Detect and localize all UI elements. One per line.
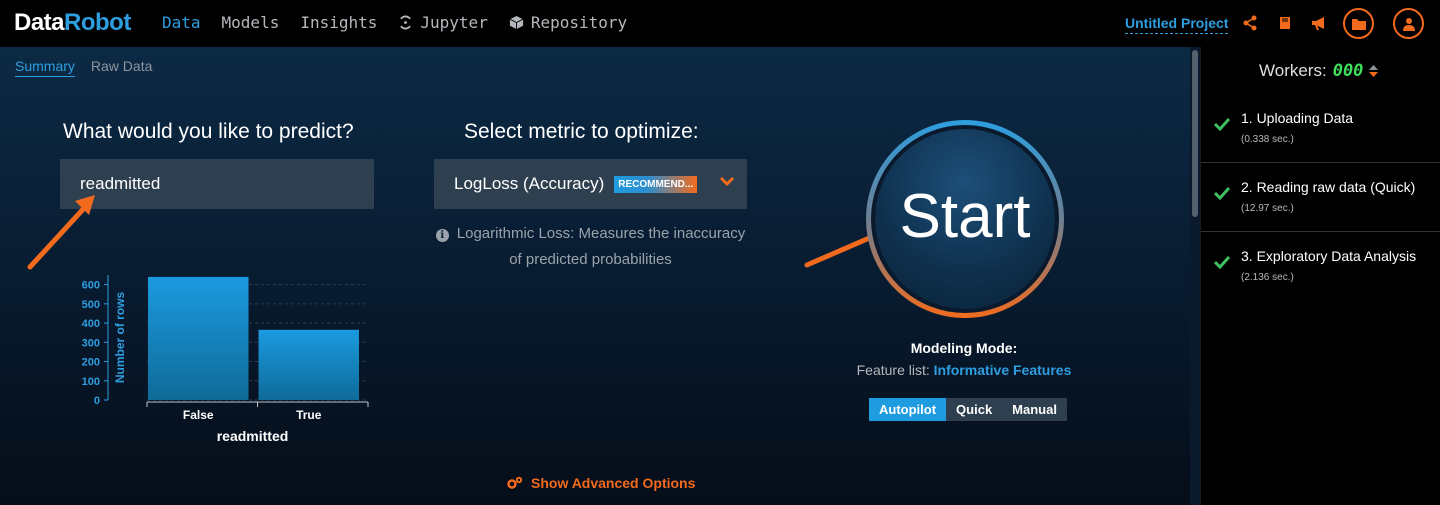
stage-item: 2. Reading raw data (Quick) (12.97 sec.) bbox=[1201, 163, 1440, 232]
tab-raw-data[interactable]: Raw Data bbox=[91, 58, 152, 77]
metric-description: i Logarithmic Loss: Measures the inaccura… bbox=[434, 221, 747, 273]
y-tick-label: 500 bbox=[82, 299, 100, 311]
nav-jupyter[interactable]: Jupyter bbox=[398, 13, 488, 32]
mode-quick[interactable]: Quick bbox=[946, 398, 1002, 421]
folder-button[interactable] bbox=[1343, 8, 1374, 39]
nav-insights[interactable]: Insights bbox=[300, 13, 377, 32]
book-icon[interactable] bbox=[1275, 13, 1295, 33]
x-tick-label: True bbox=[296, 408, 322, 422]
gears-icon bbox=[507, 476, 523, 489]
modeling-mode-toggle: Autopilot Quick Manual bbox=[869, 398, 1067, 421]
main-scrollbar[interactable] bbox=[1190, 47, 1200, 505]
show-advanced-options-link[interactable]: Show Advanced Options bbox=[507, 475, 695, 491]
bar-true bbox=[258, 329, 359, 400]
top-bar: DataRobot Data Models Insights Jupyter R… bbox=[0, 0, 1440, 47]
mode-autopilot[interactable]: Autopilot bbox=[869, 398, 947, 421]
nav-repository[interactable]: Repository bbox=[509, 13, 627, 32]
y-tick-label: 100 bbox=[82, 376, 100, 388]
main-nav: Data Models Insights Jupyter Repository bbox=[162, 13, 648, 32]
y-tick-label: 200 bbox=[82, 357, 100, 369]
worker-panel: Workers: 000 1. Uploading Data (0.338 se… bbox=[1200, 47, 1440, 505]
annotation-arrow-left bbox=[27, 195, 95, 270]
y-tick-label: 300 bbox=[82, 337, 100, 349]
megaphone-icon[interactable] bbox=[1309, 13, 1329, 33]
project-name-link[interactable]: Untitled Project bbox=[1125, 15, 1229, 34]
subtabs: Summary Raw Data bbox=[15, 58, 152, 77]
x-tick-label: False bbox=[183, 408, 214, 422]
user-button[interactable] bbox=[1393, 8, 1424, 39]
scrollbar-thumb[interactable] bbox=[1192, 50, 1198, 217]
caret-down-icon[interactable] bbox=[1369, 72, 1379, 77]
y-tick-label: 0 bbox=[94, 395, 100, 407]
chevron-down-icon bbox=[719, 176, 735, 187]
start-button[interactable]: Start bbox=[866, 120, 1064, 318]
y-axis-label: Number of rows bbox=[113, 292, 127, 384]
modeling-mode-title: Modeling Mode: bbox=[910, 340, 1018, 356]
check-icon bbox=[1214, 117, 1230, 131]
bar-false bbox=[148, 276, 249, 400]
y-tick-label: 400 bbox=[82, 318, 100, 330]
y-tick-label: 600 bbox=[82, 280, 100, 292]
target-input[interactable] bbox=[60, 159, 374, 209]
info-icon: i bbox=[435, 229, 449, 242]
recommended-badge: RECOMMEND... bbox=[614, 175, 698, 193]
nav-data[interactable]: Data bbox=[162, 13, 201, 32]
check-icon bbox=[1214, 186, 1230, 200]
x-axis-label: readmitted bbox=[217, 428, 289, 444]
feature-list-link[interactable]: Informative Features bbox=[934, 362, 1072, 378]
datarobot-logo[interactable]: DataRobot bbox=[14, 9, 131, 37]
tab-summary[interactable]: Summary bbox=[15, 58, 75, 77]
workers-count: 000 bbox=[1332, 61, 1364, 81]
feature-list-line: Feature list: Informative Features bbox=[856, 362, 1072, 378]
check-icon bbox=[1214, 255, 1230, 269]
folder-icon bbox=[1351, 18, 1366, 30]
metric-selected-value: LogLoss (Accuracy) bbox=[454, 174, 605, 193]
metric-select[interactable]: LogLoss (Accuracy) RECOMMEND... bbox=[434, 159, 747, 209]
user-icon bbox=[1402, 17, 1415, 31]
workers-stepper[interactable] bbox=[1369, 65, 1379, 77]
nav-models[interactable]: Models bbox=[222, 13, 280, 32]
mode-manual[interactable]: Manual bbox=[1002, 398, 1067, 421]
metric-title: Select metric to optimize: bbox=[464, 120, 699, 143]
stage-item: 1. Uploading Data (0.338 sec.) bbox=[1201, 94, 1440, 163]
main-panel: Summary Raw Data What would you like to … bbox=[0, 47, 1200, 505]
share-icon[interactable] bbox=[1240, 13, 1260, 33]
target-distribution-chart: 0 100 200 300 400 500 600 Number of rows False Tr… bbox=[82, 275, 369, 444]
stage-item: 3. Exploratory Data Analysis (2.136 sec.… bbox=[1201, 232, 1440, 301]
predict-title: What would you like to predict? bbox=[63, 120, 354, 143]
workers-control: Workers: 000 bbox=[1259, 61, 1379, 81]
cube-icon bbox=[509, 15, 524, 30]
caret-up-icon[interactable] bbox=[1369, 65, 1379, 70]
jupyter-icon bbox=[400, 15, 412, 30]
